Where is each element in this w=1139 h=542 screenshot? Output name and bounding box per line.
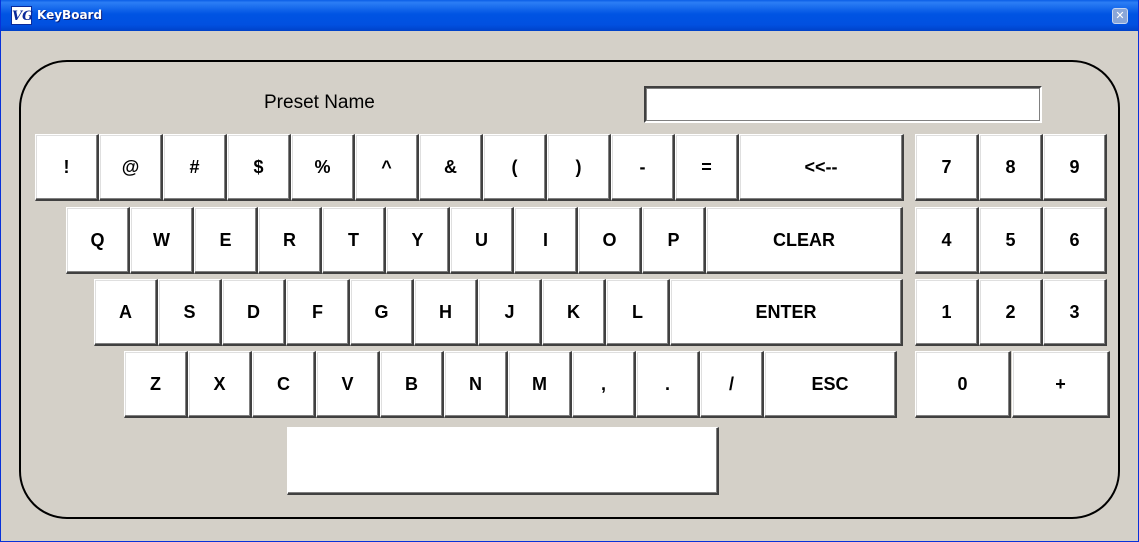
key-period[interactable]: . [636, 351, 700, 418]
title-bar[interactable]: VG KeyBoard ✕ [1, 0, 1138, 31]
numpad-key-7[interactable]: 7 [915, 134, 979, 201]
key-at[interactable]: @ [99, 134, 163, 201]
key-t[interactable]: T [322, 207, 386, 274]
key-u[interactable]: U [450, 207, 514, 274]
window-title: KeyBoard [37, 8, 103, 22]
key-r[interactable]: R [258, 207, 322, 274]
key-n[interactable]: N [444, 351, 508, 418]
numpad-key-plus[interactable]: + [1012, 351, 1110, 418]
numpad-key-0[interactable]: 0 [915, 351, 1011, 418]
key-p[interactable]: P [642, 207, 706, 274]
key-minus[interactable]: - [611, 134, 675, 201]
key-rparen[interactable]: ) [547, 134, 611, 201]
key-i[interactable]: I [514, 207, 578, 274]
key-lparen[interactable]: ( [483, 134, 547, 201]
numpad-key-1[interactable]: 1 [915, 279, 979, 346]
key-hash[interactable]: # [163, 134, 227, 201]
key-equals[interactable]: = [675, 134, 739, 201]
key-percent[interactable]: % [291, 134, 355, 201]
preset-name-input[interactable] [644, 86, 1042, 123]
key-slash[interactable]: / [700, 351, 764, 418]
key-e[interactable]: E [194, 207, 258, 274]
key-enter[interactable]: ENTER [670, 279, 903, 346]
key-z[interactable]: Z [124, 351, 188, 418]
close-button[interactable]: ✕ [1112, 8, 1128, 24]
close-icon: ✕ [1115, 9, 1125, 22]
keyboard-window: VG KeyBoard ✕ Preset Name ! @ # $% ^ &() - = <<-… [0, 0, 1139, 542]
key-c[interactable]: C [252, 351, 316, 418]
key-q[interactable]: Q [66, 207, 130, 274]
space-bar[interactable] [287, 427, 719, 495]
key-g[interactable]: G [350, 279, 414, 346]
numpad-key-3[interactable]: 3 [1043, 279, 1107, 346]
key-dollar[interactable]: $ [227, 134, 291, 201]
key-f[interactable]: F [286, 279, 350, 346]
key-h[interactable]: H [414, 279, 478, 346]
key-k[interactable]: K [542, 279, 606, 346]
numpad-key-2[interactable]: 2 [979, 279, 1043, 346]
key-y[interactable]: Y [386, 207, 450, 274]
key-o[interactable]: O [578, 207, 642, 274]
key-esc[interactable]: ESC [764, 351, 897, 418]
key-w[interactable]: W [130, 207, 194, 274]
key-exclaim[interactable]: ! [35, 134, 99, 201]
key-caret[interactable]: ^ [355, 134, 419, 201]
key-j[interactable]: J [478, 279, 542, 346]
numpad-key-4[interactable]: 4 [915, 207, 979, 274]
app-logo-icon: VG [11, 6, 33, 25]
key-a[interactable]: A [94, 279, 158, 346]
numpad-key-9[interactable]: 9 [1043, 134, 1107, 201]
key-v[interactable]: V [316, 351, 380, 418]
numpad-key-5[interactable]: 5 [979, 207, 1043, 274]
key-x[interactable]: X [188, 351, 252, 418]
preset-name-label: Preset Name [264, 92, 375, 113]
numpad-key-8[interactable]: 8 [979, 134, 1043, 201]
key-backspace[interactable]: <<-- [739, 134, 904, 201]
key-comma[interactable]: , [572, 351, 636, 418]
key-s[interactable]: S [158, 279, 222, 346]
numpad-key-6[interactable]: 6 [1043, 207, 1107, 274]
key-d[interactable]: D [222, 279, 286, 346]
key-ampersand[interactable]: & [419, 134, 483, 201]
key-clear[interactable]: CLEAR [706, 207, 903, 274]
key-l[interactable]: L [606, 279, 670, 346]
key-b[interactable]: B [380, 351, 444, 418]
key-m[interactable]: M [508, 351, 572, 418]
